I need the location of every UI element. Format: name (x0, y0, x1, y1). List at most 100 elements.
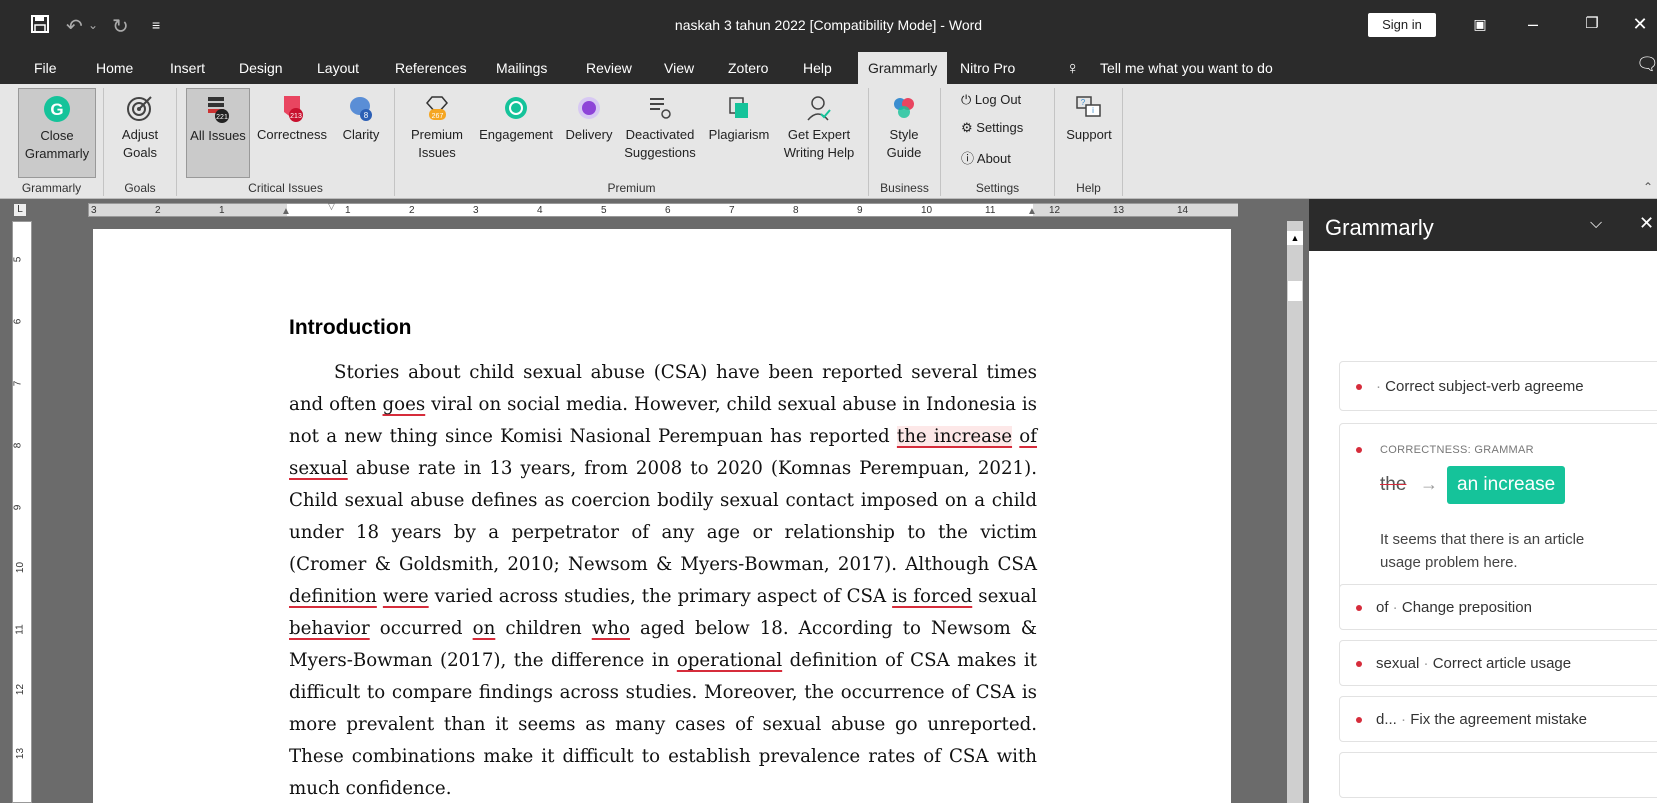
vertical-ruler[interactable]: 5 6 7 8 9 10 11 12 13 (12, 221, 32, 803)
text-line[interactable]: (Cromer & Goldsmith, 2010; Newsom & Myer… (289, 549, 1037, 581)
suggestion-card[interactable]: of · Change preposition (1339, 584, 1657, 630)
tell-me-input[interactable]: Tell me what you want to do (1100, 52, 1273, 84)
plagiarism-button[interactable]: Plagiarism (702, 88, 776, 178)
style-guide-icon (894, 98, 914, 118)
minimize-icon[interactable]: – (1513, 8, 1553, 40)
document-body[interactable]: Stories about child sexual abuse (CSA) h… (289, 357, 1037, 803)
grammar-flagged-word[interactable]: goes (383, 394, 426, 415)
scroll-up-icon[interactable]: ▲ (1287, 231, 1303, 245)
clarity-button[interactable]: 8 Clarity (336, 88, 386, 178)
support-button[interactable]: ? i Support (1060, 88, 1118, 178)
text-line[interactable]: sexual abuse rate in 13 years, from 2008… (289, 453, 1037, 485)
suggestion-card[interactable]: · Correct subject-verb agreeme (1339, 361, 1657, 411)
grammar-flagged-word[interactable]: definition (289, 586, 377, 607)
vruler-number: 6 (12, 318, 24, 325)
left-indent-marker-icon[interactable]: ▲ (281, 206, 291, 217)
tab-grammarly[interactable]: Grammarly (858, 52, 948, 84)
accept-suggestion-button[interactable]: an increase (1447, 466, 1566, 504)
ruler-number: 3 (91, 205, 97, 216)
lightbulb-icon: ♀ (1066, 58, 1080, 78)
grammar-flagged-word[interactable]: is forced (892, 586, 972, 607)
text-line[interactable]: more prevalent than it seems as many cas… (289, 709, 1037, 741)
tab-zotero[interactable]: Zotero (720, 52, 776, 84)
text-line[interactable]: Child sexual abuse defines as coercion b… (289, 485, 1037, 517)
collapse-ribbon-icon[interactable]: ⌃ (1643, 180, 1653, 194)
grammar-flagged-word[interactable]: the increase (896, 426, 1013, 447)
tab-selector-icon[interactable]: L (14, 204, 26, 216)
text-run: not a new thing since Komisi Nasional Pe… (289, 426, 897, 447)
tab-view[interactable]: View (656, 52, 702, 84)
text-line[interactable]: behavior occurred on children who aged b… (289, 613, 1037, 645)
group-goals-label: Goals (124, 181, 156, 195)
group-premium-label: Premium (607, 181, 656, 195)
tab-layout[interactable]: Layout (309, 52, 367, 84)
adjust-goals-button[interactable]: Adjust Goals (112, 88, 168, 178)
comments-icon[interactable]: 🗨 (1636, 54, 1657, 75)
correctness-label: Correctness (256, 127, 328, 142)
text-line[interactable]: under 18 years by a perpetrator of any a… (289, 517, 1037, 549)
text-line[interactable]: Myers-Bowman (2017), the difference in o… (289, 645, 1037, 677)
ruler-number: 11 (985, 205, 996, 216)
expert-help-button[interactable]: Get Expert Writing Help (778, 88, 860, 178)
tab-help[interactable]: Help (795, 52, 840, 84)
ruler-number: 7 (729, 205, 735, 216)
grammar-flagged-word[interactable]: were (383, 586, 429, 607)
close-grammarly-label-2: Grammarly (24, 146, 90, 161)
chevron-down-icon[interactable]: ⌵ (1590, 215, 1602, 233)
premium-issues-button[interactable]: 267 Premium Issues (404, 88, 470, 178)
text-line[interactable]: Stories about child sexual abuse (CSA) h… (289, 357, 1037, 389)
text-line[interactable]: difficult to compare findings across stu… (289, 677, 1037, 709)
tab-references[interactable]: References (387, 52, 475, 84)
tab-insert[interactable]: Insert (162, 52, 213, 84)
text-line[interactable]: much confidence. (289, 773, 1037, 803)
text-line[interactable]: not a new thing since Komisi Nasional Pe… (289, 421, 1037, 453)
divider (103, 88, 104, 196)
suggestion-card[interactable]: sexual · Correct article usage (1339, 640, 1657, 686)
grammar-flagged-word[interactable]: sexual (289, 458, 348, 479)
severity-dot (1356, 661, 1362, 668)
tab-design[interactable]: Design (231, 52, 291, 84)
text-line[interactable]: and often goes viral on social media. Ho… (289, 389, 1037, 421)
about-button[interactable]: ⓘ About (961, 148, 1011, 167)
grammar-flagged-word[interactable]: on (473, 618, 496, 639)
text-line[interactable]: These combinations make it difficult to … (289, 741, 1037, 773)
correctness-button[interactable]: 213 Correctness (252, 88, 332, 178)
right-indent-marker-icon[interactable]: ▲ (1027, 206, 1037, 217)
grammar-flagged-word[interactable]: behavior (289, 618, 370, 639)
suggestion-card[interactable]: d... · Fix the agreement mistake (1339, 696, 1657, 742)
close-grammarly-button[interactable]: G Close Grammarly (18, 88, 96, 178)
close-panel-icon[interactable]: ✕ (1639, 213, 1654, 234)
tab-nitro-pro[interactable]: Nitro Pro (952, 52, 1023, 84)
ruler-strip[interactable]: 3 2 1 1 2 3 4 5 6 7 8 9 10 11 12 13 14 ▲… (88, 201, 1238, 217)
section-heading[interactable]: Introduction (289, 316, 411, 340)
group-grammarly-label: Grammarly (21, 181, 82, 195)
vertical-scrollbar[interactable]: ▲ (1287, 221, 1303, 803)
restore-icon[interactable]: ❐ (1572, 8, 1612, 40)
grammar-flagged-word[interactable]: of (1019, 426, 1037, 447)
suggestion-card-partial[interactable] (1339, 752, 1657, 798)
deactivated-suggestions-button[interactable]: Deactivated Suggestions (620, 88, 700, 178)
delivery-button[interactable]: Delivery (560, 88, 618, 178)
tab-mailings[interactable]: Mailings (488, 52, 555, 84)
tab-review[interactable]: Review (578, 52, 640, 84)
grammar-flagged-word[interactable]: who (592, 618, 630, 639)
grammar-flagged-word[interactable]: operational (677, 650, 782, 671)
text-line[interactable]: definition were varied across studies, t… (289, 581, 1037, 613)
sign-in-button[interactable]: Sign in (1368, 13, 1436, 37)
tab-file[interactable]: File (26, 52, 65, 84)
horizontal-ruler[interactable]: L 3 2 1 1 2 3 4 5 6 7 8 9 10 11 12 13 14… (0, 199, 1303, 221)
style-guide-button[interactable]: Style Guide (876, 88, 932, 178)
tab-home[interactable]: Home (88, 52, 141, 84)
text-run: difficult to compare findings across stu… (289, 682, 1037, 703)
first-line-indent-marker-icon[interactable]: ▽ (328, 201, 335, 212)
close-window-icon[interactable]: ✕ (1620, 8, 1657, 40)
engagement-button[interactable]: Engagement (474, 88, 558, 178)
grammarly-ribbon: G Close Grammarly Adjust Goals 221 All I… (0, 84, 1657, 199)
log-out-button[interactable]: ⏻ Log Out (961, 92, 1021, 108)
scrollbar-thumb[interactable] (1288, 281, 1302, 301)
document-page[interactable]: Introduction Stories about child sexual … (93, 229, 1231, 803)
active-suggestion-card[interactable]: CORRECTNESS: GRAMMAR the → an increase I… (1339, 423, 1657, 603)
settings-button[interactable]: ⚙ Settings (961, 120, 1023, 136)
ribbon-display-options-icon[interactable]: ▣ (1460, 8, 1500, 40)
all-issues-button[interactable]: 221 All Issues (186, 88, 250, 178)
